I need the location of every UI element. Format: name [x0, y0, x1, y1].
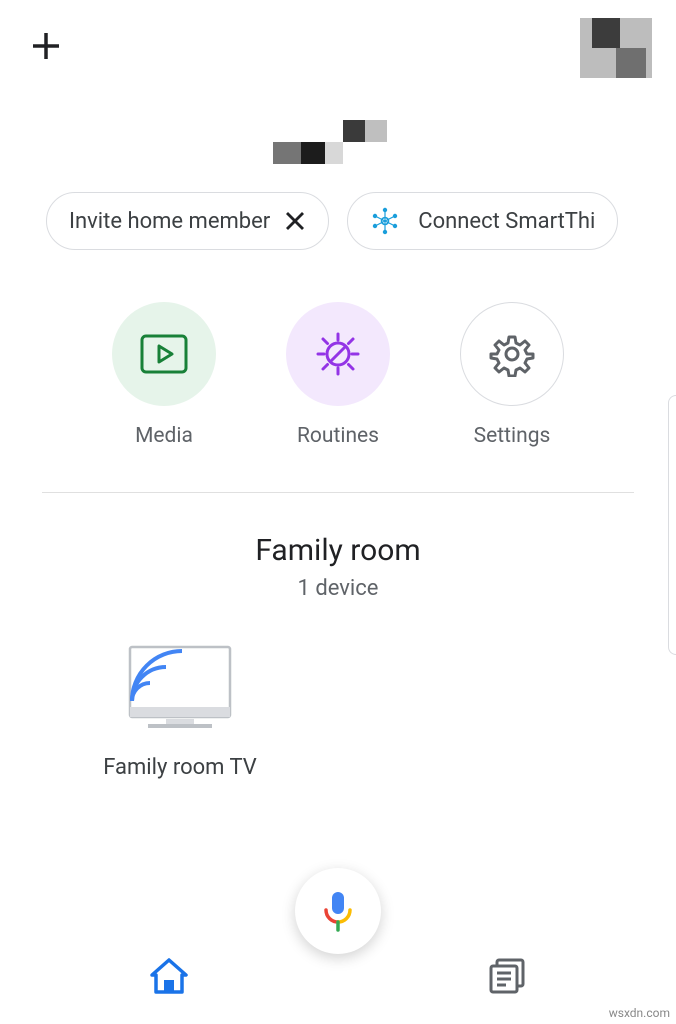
routines-label: Routines	[297, 424, 379, 448]
routines-button[interactable]: Routines	[286, 302, 390, 448]
suggestion-chips: Invite home member Connect SmartThi	[0, 192, 676, 250]
avatar[interactable]	[580, 18, 652, 78]
chromecast-tv-icon	[126, 645, 234, 737]
room-header[interactable]: Family room 1 device	[0, 533, 676, 601]
media-button[interactable]: Media	[112, 302, 216, 448]
room-device-count: 1 device	[0, 576, 676, 601]
room-name: Family room	[0, 533, 676, 568]
watermark: wsxdn.com	[609, 1006, 670, 1020]
feed-icon	[487, 956, 527, 996]
microphone-icon	[320, 890, 356, 932]
media-icon	[140, 334, 188, 374]
media-label: Media	[135, 424, 193, 448]
add-button[interactable]	[28, 28, 64, 68]
routines-icon	[312, 328, 364, 380]
close-icon[interactable]	[284, 210, 306, 232]
smartthings-icon	[370, 206, 400, 236]
device-grid: Family room TV	[0, 601, 676, 780]
plus-icon	[28, 28, 64, 64]
edge-indicator	[668, 395, 676, 655]
home-name[interactable]	[0, 120, 676, 172]
quick-actions: Media Routines Settings	[0, 302, 676, 448]
gear-icon	[489, 331, 535, 377]
divider	[42, 492, 634, 493]
settings-label: Settings	[474, 424, 551, 448]
device-family-room-tv[interactable]: Family room TV	[80, 645, 280, 780]
chip-connect-smartthings[interactable]: Connect SmartThi	[347, 192, 618, 250]
chip-label: Connect SmartThi	[418, 209, 595, 234]
chip-invite-home-member[interactable]: Invite home member	[46, 192, 329, 250]
settings-button[interactable]: Settings	[460, 302, 564, 448]
header	[0, 0, 676, 90]
home-icon	[148, 956, 190, 996]
chip-label: Invite home member	[69, 209, 270, 234]
device-label: Family room TV	[103, 755, 257, 780]
nav-home[interactable]	[0, 928, 338, 1024]
bottom-nav	[0, 928, 676, 1024]
